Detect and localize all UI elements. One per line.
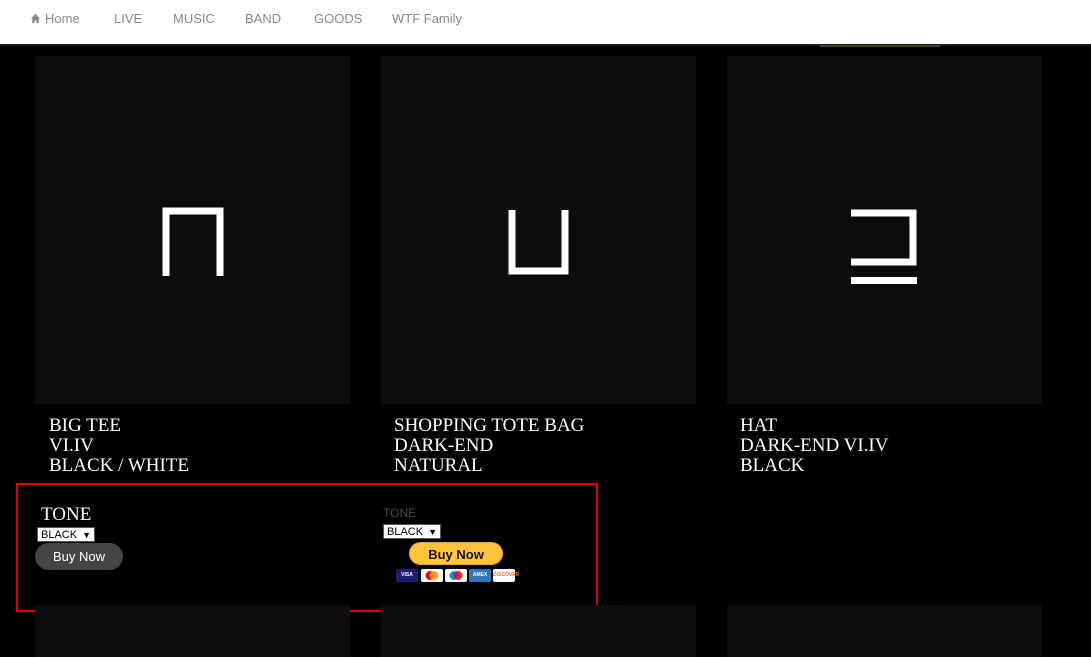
product-title-line: BLACK / WHITE: [49, 455, 190, 476]
tone-select[interactable]: BLACK ▼: [37, 527, 95, 542]
home-icon: [30, 13, 41, 24]
mastercard-icon: [421, 569, 443, 582]
chevron-down-icon: ▼: [82, 530, 91, 540]
product-title-line: HAT: [740, 415, 777, 436]
product-image-next[interactable]: [35, 605, 350, 657]
product-image-next[interactable]: [727, 605, 1042, 657]
box-open-left-icon: [851, 209, 917, 284]
maestro-icon: [445, 569, 467, 582]
nav-accent-line: [820, 45, 940, 47]
discover-icon: DISCOVER: [493, 569, 519, 582]
product-title-big-tee[interactable]: BIG TEE VI.IV BLACK / WHITE: [49, 416, 189, 476]
box-open-top-icon: [508, 210, 569, 275]
tone-label: TONE: [41, 504, 92, 525]
product-image-next[interactable]: [381, 605, 696, 657]
product-title-line: BIG TEE: [49, 415, 121, 436]
chevron-down-icon: ▼: [428, 527, 437, 537]
product-image-hat[interactable]: [727, 56, 1042, 404]
nav-home-label: Home: [45, 11, 80, 26]
product-title-line: VI.IV: [49, 435, 94, 456]
nav-wtf-family[interactable]: WTF Family: [392, 11, 462, 26]
product-title-line: BLACK: [740, 455, 805, 476]
product-title-line: DARK-END VI.IV: [740, 435, 889, 456]
tone-select-value: BLACK: [41, 529, 78, 541]
buy-now-button[interactable]: Buy Now: [35, 543, 123, 570]
product-title-line: DARK-END: [394, 435, 494, 456]
nav-live[interactable]: LIVE: [114, 11, 142, 26]
product-image-big-tee[interactable]: [35, 56, 350, 404]
tone-select-value: BLACK: [387, 526, 424, 538]
product-title-line: NATURAL: [394, 455, 483, 476]
tone-select[interactable]: BLACK ▼: [383, 524, 441, 539]
tone-label: TONE: [383, 506, 417, 520]
nav-goods[interactable]: GOODS: [314, 11, 362, 26]
nav-home[interactable]: Home: [30, 11, 80, 26]
amex-icon: AMEX: [469, 569, 491, 582]
visa-icon: VISA: [396, 569, 418, 582]
product-title-hat[interactable]: HAT DARK-END VI.IV BLACK: [740, 416, 888, 476]
nav-music[interactable]: MUSIC: [173, 11, 215, 26]
product-title-line: SHOPPING TOTE BAG: [394, 415, 585, 436]
nav-band[interactable]: BAND: [245, 11, 281, 26]
product-image-tote-bag[interactable]: [381, 56, 696, 404]
paypal-buy-now-button[interactable]: Buy Now: [409, 542, 503, 565]
box-open-bottom-icon: [162, 207, 224, 276]
product-title-tote-bag[interactable]: SHOPPING TOTE BAG DARK-END NATURAL: [394, 416, 584, 476]
top-navbar: Home LIVE MUSIC BAND GOODS WTF Family: [0, 0, 1091, 46]
